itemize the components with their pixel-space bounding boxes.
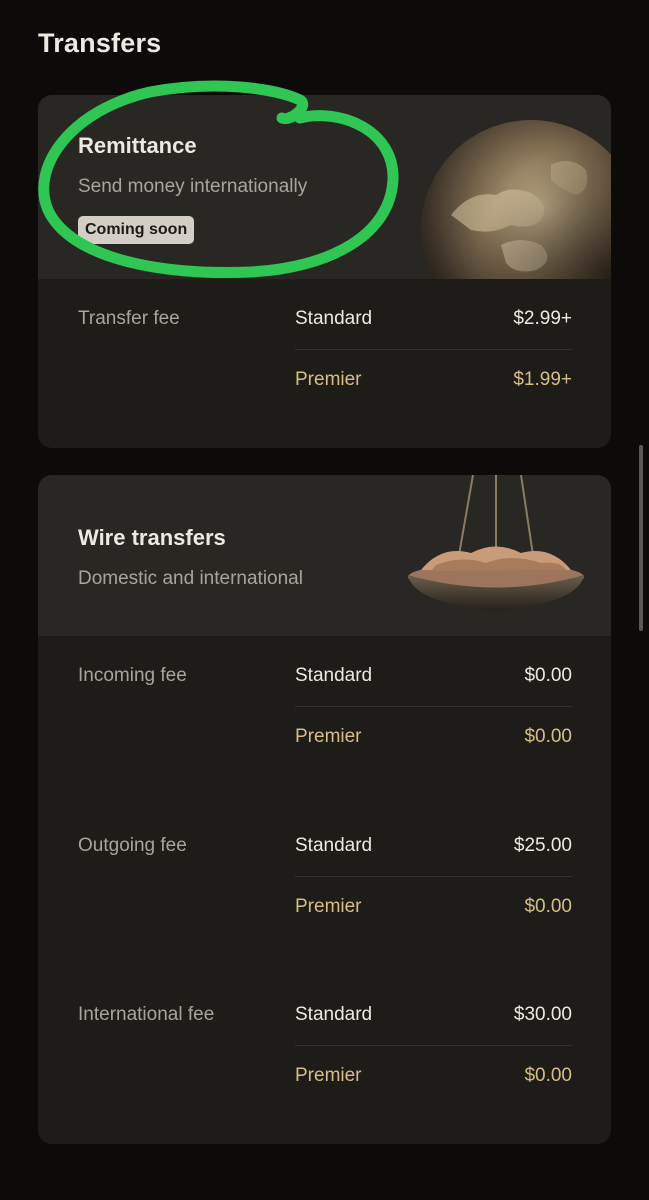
tier-name: Premier: [295, 369, 362, 390]
tier-price: $30.00: [513, 1004, 572, 1025]
wire-title: Wire transfers: [78, 525, 226, 550]
standard-tier-row: Standard $30.00: [295, 985, 572, 1046]
transfers-page: Transfers Remittance Send money internat…: [0, 0, 649, 1200]
premier-tier-row: Premier $0.00: [295, 707, 572, 767]
fee-label: International fee: [78, 1004, 215, 1025]
remittance-subtitle: Send money internationally: [78, 176, 308, 197]
coming-soon-badge: Coming soon: [78, 216, 195, 244]
tier-name: Premier: [295, 726, 362, 747]
tier-name: Standard: [295, 1004, 373, 1025]
fee-label: Incoming fee: [78, 665, 187, 686]
tier-name: Standard: [295, 835, 373, 856]
premier-tier-row: Premier $1.99+: [295, 350, 572, 410]
fee-label: Outgoing fee: [78, 835, 187, 856]
standard-tier-row: Standard $2.99+: [295, 289, 572, 350]
scale-coins-icon: [408, 475, 584, 611]
remittance-header: Remittance Send money internationally Co…: [38, 95, 611, 279]
fee-label: Transfer fee: [78, 308, 180, 329]
tier-name: Standard: [295, 308, 373, 329]
remittance-title: Remittance: [78, 133, 197, 158]
standard-tier-row: Standard $25.00: [295, 816, 572, 877]
tier-name: Premier: [295, 896, 362, 917]
tier-price: $2.99+: [513, 308, 572, 329]
remittance-card[interactable]: Remittance Send money internationally Co…: [38, 95, 611, 448]
tier-price: $25.00: [513, 835, 572, 856]
standard-tier-row: Standard $0.00: [295, 646, 572, 707]
tier-price: $0.00: [524, 1065, 572, 1086]
tier-price: $0.00: [524, 896, 572, 917]
tier-price: $0.00: [524, 726, 572, 747]
globe-icon: [421, 120, 611, 279]
wire-transfers-card[interactable]: Wire transfers Domestic and internationa…: [38, 475, 611, 1144]
tier-price: $1.99+: [513, 369, 572, 390]
tier-price: $0.00: [524, 665, 572, 686]
page-title: Transfers: [38, 28, 162, 58]
tier-name: Standard: [295, 665, 373, 686]
wire-header: Wire transfers Domestic and internationa…: [38, 475, 611, 636]
premier-tier-row: Premier $0.00: [295, 1046, 572, 1106]
tier-name: Premier: [295, 1065, 362, 1086]
scrollbar[interactable]: [639, 445, 643, 631]
premier-tier-row: Premier $0.00: [295, 877, 572, 937]
wire-subtitle: Domestic and international: [78, 568, 303, 589]
